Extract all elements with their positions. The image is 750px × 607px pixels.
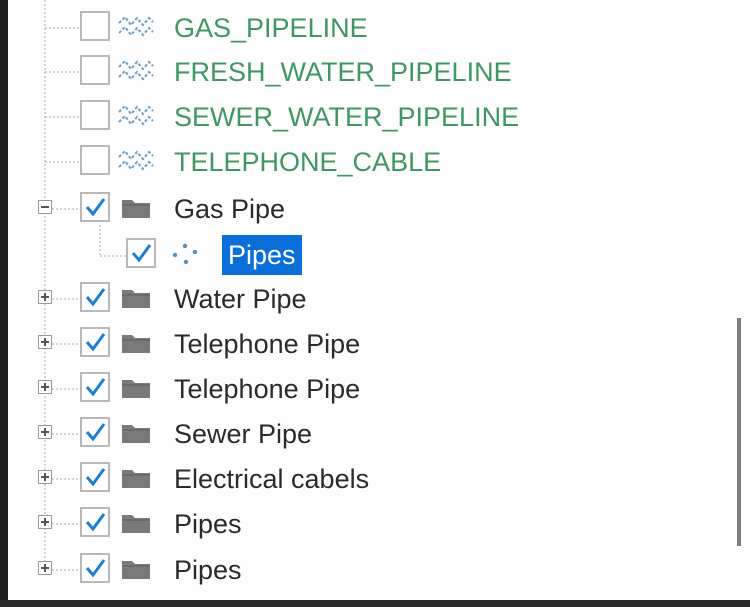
layer-label: Sewer Pipe bbox=[174, 419, 313, 449]
layer-label: Telephone Pipe bbox=[174, 374, 361, 404]
layer-checkbox[interactable] bbox=[80, 327, 110, 357]
folder-icon bbox=[122, 380, 150, 398]
layer-label: Gas Pipe bbox=[174, 194, 286, 224]
layer-checkbox[interactable] bbox=[80, 553, 110, 583]
expand-icon[interactable] bbox=[38, 335, 52, 349]
window-edge bbox=[0, 0, 8, 600]
layer-checkbox[interactable] bbox=[80, 11, 110, 41]
tree-item-telephone-cable[interactable]: TELEPHONE_CABLE bbox=[8, 140, 708, 184]
line-feature-icon bbox=[118, 149, 154, 171]
tree-item-pipes-selected[interactable]: Pipes bbox=[8, 233, 708, 277]
tree-item-fresh-water-pipeline[interactable]: FRESH_WATER_PIPELINE bbox=[8, 50, 708, 94]
layer-label: Water Pipe bbox=[174, 284, 307, 314]
tree-item-pipes[interactable]: Pipes bbox=[8, 502, 708, 546]
tree-item-electrical-cabels[interactable]: Electrical cabels bbox=[8, 457, 708, 501]
expand-icon[interactable] bbox=[38, 380, 52, 394]
folder-icon bbox=[122, 515, 150, 533]
point-feature-icon bbox=[172, 243, 198, 265]
folder-icon bbox=[122, 335, 150, 353]
line-feature-icon bbox=[118, 59, 154, 81]
expand-icon[interactable] bbox=[38, 561, 52, 575]
expand-icon[interactable] bbox=[38, 515, 52, 529]
folder-icon bbox=[122, 200, 150, 218]
tree-item-gas-pipe[interactable]: Gas Pipe bbox=[8, 187, 708, 231]
layer-checkbox[interactable] bbox=[80, 372, 110, 402]
tree-item-pipes[interactable]: Pipes bbox=[8, 548, 708, 592]
expand-icon[interactable] bbox=[38, 470, 52, 484]
line-feature-icon bbox=[118, 15, 154, 37]
layer-checkbox[interactable] bbox=[80, 282, 110, 312]
layer-checkbox[interactable] bbox=[80, 192, 110, 222]
tree-item-sewer-water-pipeline[interactable]: SEWER_WATER_PIPELINE bbox=[8, 95, 708, 139]
expand-icon[interactable] bbox=[38, 290, 52, 304]
layer-checkbox[interactable] bbox=[126, 238, 156, 268]
layer-label: Pipes bbox=[174, 555, 242, 585]
collapse-icon[interactable] bbox=[38, 200, 52, 214]
layer-checkbox[interactable] bbox=[80, 55, 110, 85]
layer-checkbox[interactable] bbox=[80, 417, 110, 447]
vertical-scrollbar-thumb[interactable] bbox=[737, 318, 741, 546]
layer-tree-panel: GAS_PIPELINE FRESH_WATER_PIPELINE SEWER_… bbox=[8, 0, 750, 600]
folder-icon bbox=[122, 470, 150, 488]
folder-icon bbox=[122, 561, 150, 579]
layer-label: Telephone Pipe bbox=[174, 329, 361, 359]
layer-label: Electrical cabels bbox=[174, 464, 370, 494]
window-bottom-edge bbox=[0, 600, 750, 607]
tree-item-sewer-pipe[interactable]: Sewer Pipe bbox=[8, 412, 708, 456]
tree-item-telephone-pipe[interactable]: Telephone Pipe bbox=[8, 367, 708, 411]
tree-item-telephone-pipe[interactable]: Telephone Pipe bbox=[8, 322, 708, 366]
expand-icon[interactable] bbox=[38, 425, 52, 439]
layer-checkbox[interactable] bbox=[80, 462, 110, 492]
layer-label: SEWER_WATER_PIPELINE bbox=[174, 102, 520, 132]
layer-checkbox[interactable] bbox=[80, 507, 110, 537]
folder-icon bbox=[122, 425, 150, 443]
layer-label: TELEPHONE_CABLE bbox=[174, 147, 442, 177]
layer-label: Pipes bbox=[174, 509, 242, 539]
layer-checkbox[interactable] bbox=[80, 145, 110, 175]
tree-item-water-pipe[interactable]: Water Pipe bbox=[8, 277, 708, 321]
layer-checkbox[interactable] bbox=[80, 100, 110, 130]
folder-icon bbox=[122, 290, 150, 308]
tree-item-gas-pipeline[interactable]: GAS_PIPELINE bbox=[8, 6, 708, 50]
layer-label-selected: Pipes bbox=[222, 235, 302, 275]
line-feature-icon bbox=[118, 104, 154, 126]
layer-label: GAS_PIPELINE bbox=[174, 13, 368, 43]
layer-label: FRESH_WATER_PIPELINE bbox=[174, 57, 512, 87]
